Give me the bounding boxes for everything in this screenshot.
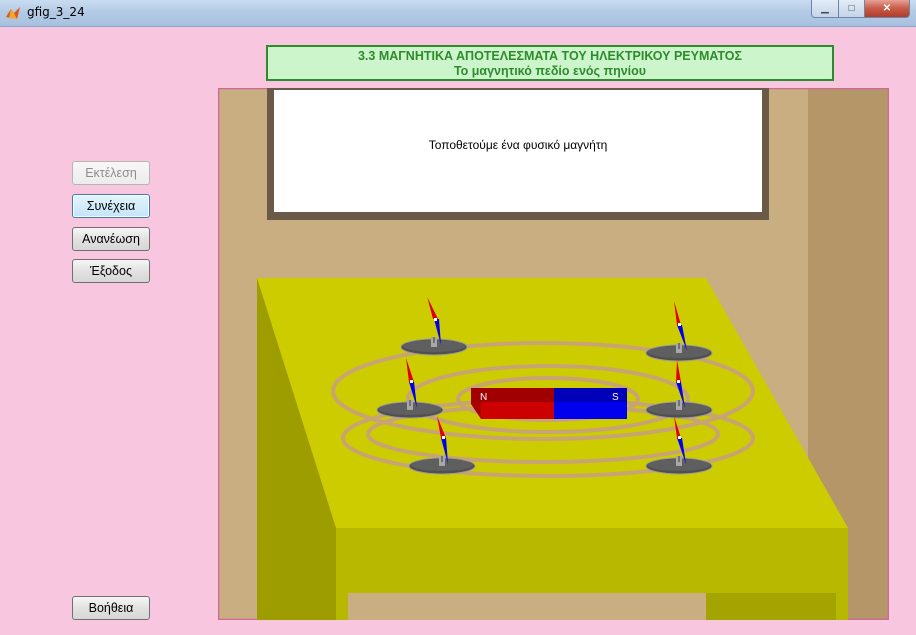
magnet-south-label: S bbox=[612, 392, 619, 403]
maximize-button[interactable]: □ bbox=[839, 0, 865, 18]
under-table-floor bbox=[348, 593, 706, 620]
window-controls: ▁ □ ✕ bbox=[811, 0, 910, 18]
minimize-button[interactable]: ▁ bbox=[811, 0, 839, 18]
header-subtitle: Το μαγνητικό πεδίο ενός πηνίου bbox=[453, 64, 647, 78]
bar-magnet bbox=[471, 388, 627, 419]
header-title: 3.3 ΜΑΓΝΗΤΙΚΑ ΑΠΟΤΕΛΕΣΜΑΤΑ ΤΟΥ ΗΛΕΚΤΡΙΚΟ… bbox=[357, 49, 743, 63]
help-button[interactable]: Βοήθεια bbox=[72, 596, 150, 620]
close-button[interactable]: ✕ bbox=[865, 0, 910, 18]
page-header: 3.3 ΜΑΓΝΗΤΙΚΑ ΑΠΟΤΕΛΕΣΜΑΤΑ ΤΟΥ ΗΛΕΚΤΡΙΚΟ… bbox=[266, 45, 834, 81]
window-titlebar: gfig_3_24 ▁ □ ✕ bbox=[0, 0, 916, 27]
run-button[interactable]: Εκτέλεση bbox=[72, 161, 150, 185]
refresh-button[interactable]: Ανανέωση bbox=[72, 227, 150, 251]
instruction-text: Τοποθετούμε ένα φυσικό μαγνήτη bbox=[428, 138, 608, 152]
exit-button[interactable]: Έξοδος bbox=[72, 259, 150, 283]
continue-button[interactable]: Συνέχεια bbox=[72, 194, 150, 218]
table-leg bbox=[706, 593, 836, 620]
matlab-app-icon bbox=[6, 7, 20, 19]
window-title: gfig_3_24 bbox=[27, 5, 85, 19]
magnet-north-label: N bbox=[480, 392, 487, 403]
